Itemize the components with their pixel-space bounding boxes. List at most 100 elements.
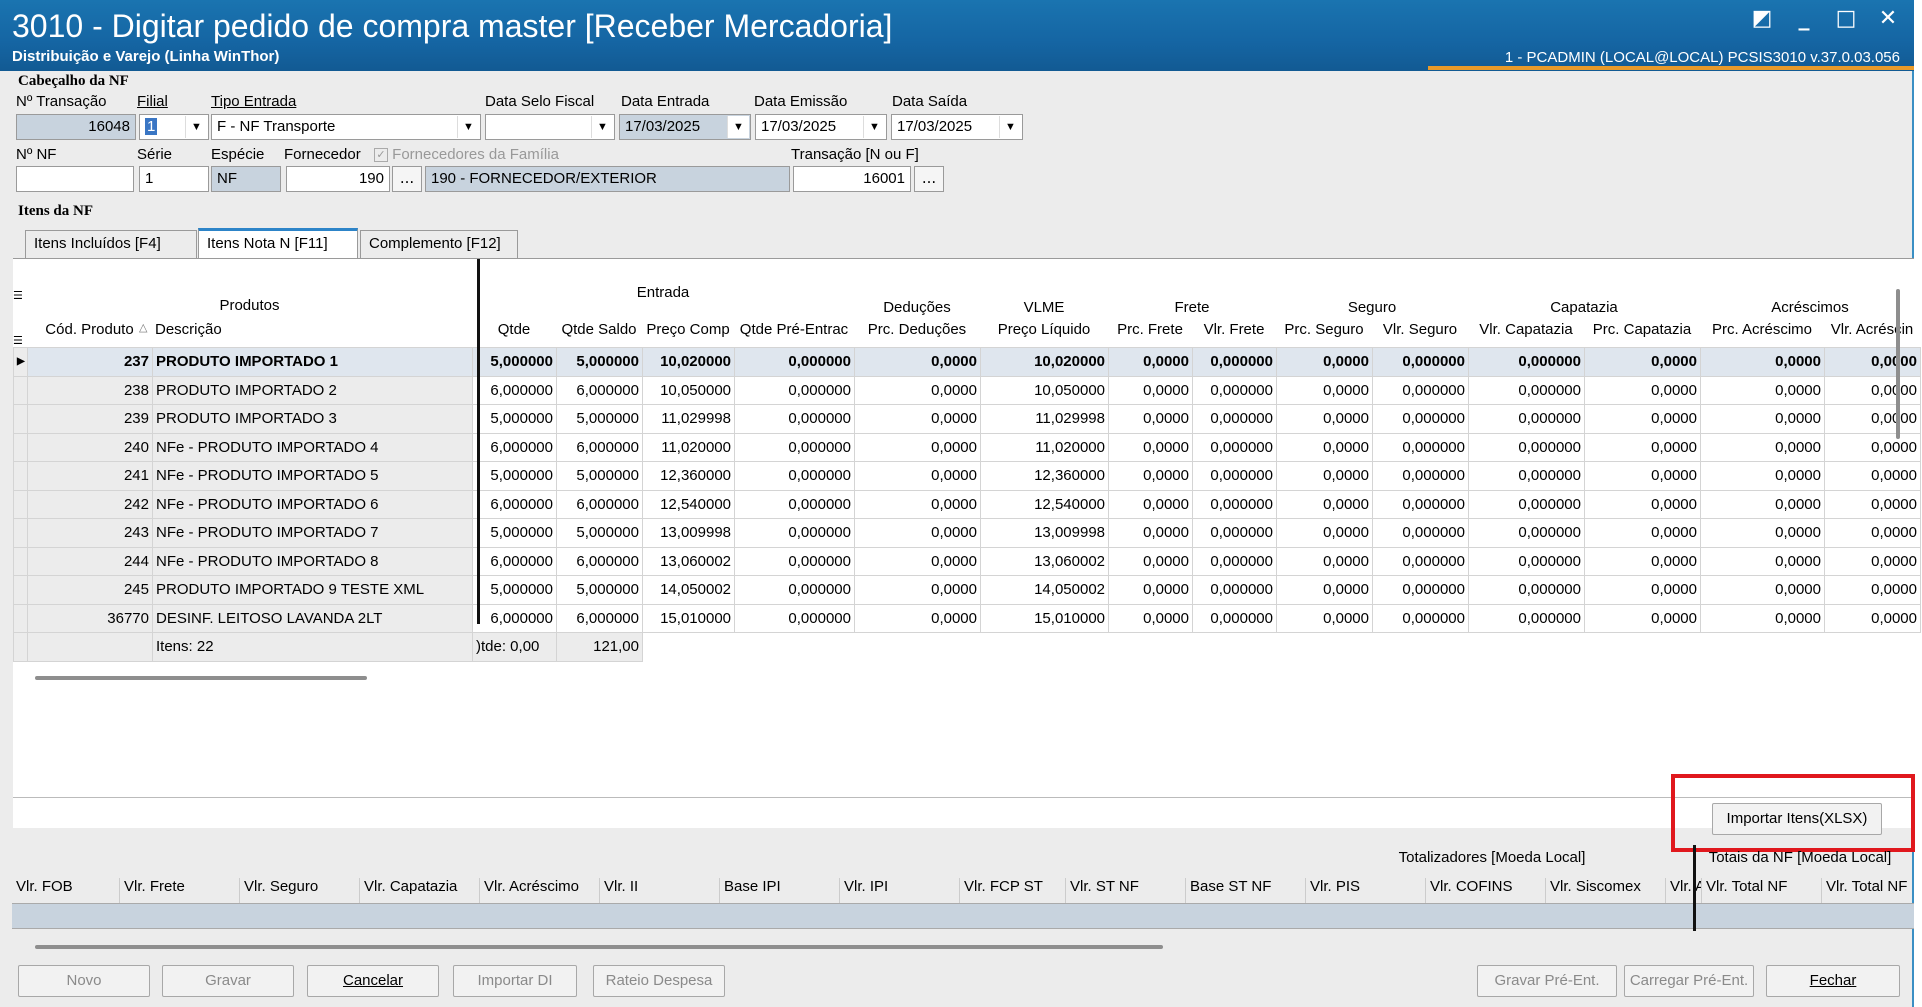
table-cell[interactable]: 36770 [27,603,153,633]
table-cell[interactable]: 0,0000 [1276,375,1373,405]
table-cell[interactable]: 0,000000 [1468,375,1585,405]
table-cell[interactable]: 245 [27,575,153,605]
table-cell[interactable]: 0,0000 [1824,489,1921,519]
table-cell[interactable]: 0,000000 [1372,489,1469,519]
table-cell[interactable]: 6,000000 [472,375,557,405]
table-cell[interactable]: 239 [27,404,153,434]
table-cell[interactable]: 12,360000 [642,461,735,491]
table-cell[interactable]: 0,0000 [1108,603,1193,633]
table-cell[interactable]: 0,000000 [734,546,855,576]
table-cell[interactable]: 6,000000 [472,489,557,519]
data-selo-field[interactable]: ▼ [485,114,615,140]
table-cell[interactable]: 0,000000 [1468,546,1585,576]
table-cell[interactable]: 0,0000 [1276,347,1373,377]
novo-button[interactable]: Novo [18,965,150,997]
row-indicator[interactable] [13,375,28,405]
nf-field[interactable] [16,166,134,192]
checkbox-icon[interactable]: ✓ [374,148,388,163]
table-cell[interactable]: 0,0000 [1824,546,1921,576]
data-emissao-field[interactable]: 17/03/2025 ▼ [755,114,887,140]
table-cell[interactable]: 0,0000 [1824,575,1921,605]
table-cell[interactable]: 6,000000 [472,603,557,633]
table-cell[interactable]: 0,0000 [1824,404,1921,434]
table-cell[interactable]: 0,0000 [1584,404,1701,434]
table-cell[interactable]: 0,000000 [1372,546,1469,576]
restore-icon[interactable]: ◩ [1750,6,1774,31]
table-cell[interactable]: 0,0000 [1824,432,1921,462]
table-cell[interactable]: 11,020000 [980,432,1109,462]
table-cell[interactable]: 5,000000 [556,575,643,605]
table-cell[interactable]: PRODUTO IMPORTADO 2 [152,375,473,405]
table-cell[interactable]: 10,020000 [980,347,1109,377]
grid-menu-icon[interactable]: ☰ [13,289,23,302]
chevron-down-icon[interactable]: ▼ [863,116,885,138]
table-cell[interactable]: 0,000000 [1468,575,1585,605]
row-indicator[interactable] [13,518,28,548]
table-cell[interactable]: 0,0000 [1824,375,1921,405]
table-cell[interactable]: 6,000000 [556,432,643,462]
table-cell[interactable]: 0,000000 [1192,461,1277,491]
table-cell[interactable]: 0,0000 [854,432,981,462]
table-cell[interactable]: 6,000000 [472,432,557,462]
table-cell[interactable]: 11,029998 [642,404,735,434]
column-header[interactable]: Descrição [152,321,472,338]
column-header[interactable]: Qtde [472,321,556,338]
table-cell[interactable]: 0,0000 [1276,603,1373,633]
table-cell[interactable]: NFe - PRODUTO IMPORTADO 8 [152,546,473,576]
table-cell[interactable]: 0,000000 [1468,603,1585,633]
table-cell[interactable]: 0,000000 [1192,575,1277,605]
table-cell[interactable]: 0,000000 [1372,575,1469,605]
gravar-button[interactable]: Gravar [162,965,294,997]
fornecedores-familia-checkbox[interactable]: ✓ Fornecedores da Família [374,146,559,163]
row-indicator[interactable] [13,603,28,633]
table-cell[interactable]: 0,0000 [1108,575,1193,605]
table-cell[interactable]: 0,0000 [1824,347,1921,377]
transacao-nf-field[interactable]: 16001 [793,166,911,192]
table-cell[interactable]: 0,0000 [854,375,981,405]
carregar-pre-entrada-button[interactable]: Carregar Pré-Ent. [1624,965,1754,997]
table-row[interactable]: 238 PRODUTO IMPORTADO 2 6,000000 6,000000 10… [13,375,1921,405]
table-cell[interactable]: 0,0000 [1108,489,1193,519]
table-cell[interactable]: 0,0000 [854,575,981,605]
table-cell[interactable]: 0,0000 [1584,546,1701,576]
grid-vertical-scrollbar[interactable] [1896,289,1900,439]
table-cell[interactable]: 0,0000 [1700,461,1825,491]
column-header[interactable]: Prc. Seguro [1276,321,1372,338]
table-cell[interactable]: 0,000000 [1192,489,1277,519]
table-cell[interactable]: 10,050000 [980,375,1109,405]
table-cell[interactable]: 0,000000 [1372,461,1469,491]
table-cell[interactable]: 0,0000 [1584,603,1701,633]
table-cell[interactable]: 0,0000 [1276,404,1373,434]
table-cell[interactable]: 0,0000 [1584,489,1701,519]
table-cell[interactable]: 243 [27,518,153,548]
table-cell[interactable]: 13,060002 [642,546,735,576]
row-indicator[interactable] [13,575,28,605]
table-cell[interactable]: 0,000000 [734,518,855,548]
chevron-down-icon[interactable]: ▼ [591,116,613,138]
column-header[interactable]: Qtde Saldo [556,321,642,338]
tab-itens-incluidos[interactable]: Itens Incluídos [F4] [25,230,197,258]
close-icon[interactable]: ✕ [1876,6,1900,31]
table-cell[interactable]: 0,0000 [1700,518,1825,548]
table-cell[interactable]: 0,0000 [1700,603,1825,633]
table-cell[interactable]: 0,0000 [1824,461,1921,491]
table-cell[interactable]: 14,050002 [642,575,735,605]
column-header[interactable]: Prc. Deduções [854,321,980,338]
table-cell[interactable]: 14,050002 [980,575,1109,605]
table-cell[interactable]: 0,0000 [1276,461,1373,491]
table-cell[interactable]: 0,000000 [1192,518,1277,548]
table-cell[interactable]: 0,0000 [1700,575,1825,605]
table-row[interactable]: 241 NFe - PRODUTO IMPORTADO 5 5,000000 5,00… [13,461,1921,491]
tab-complemento[interactable]: Complemento [F12] [360,230,518,258]
table-cell[interactable]: NFe - PRODUTO IMPORTADO 5 [152,461,473,491]
table-cell[interactable]: 0,0000 [1824,518,1921,548]
table-cell[interactable]: 0,0000 [1700,432,1825,462]
table-cell[interactable]: 237 [27,347,153,377]
chevron-down-icon[interactable]: ▼ [727,116,749,138]
table-cell[interactable]: 0,000000 [1468,432,1585,462]
table-cell[interactable]: 11,020000 [642,432,735,462]
table-cell[interactable]: 0,0000 [1700,489,1825,519]
table-cell[interactable]: 0,0000 [1108,518,1193,548]
table-cell[interactable]: 244 [27,546,153,576]
cancelar-button[interactable]: Cancelar [307,965,439,997]
